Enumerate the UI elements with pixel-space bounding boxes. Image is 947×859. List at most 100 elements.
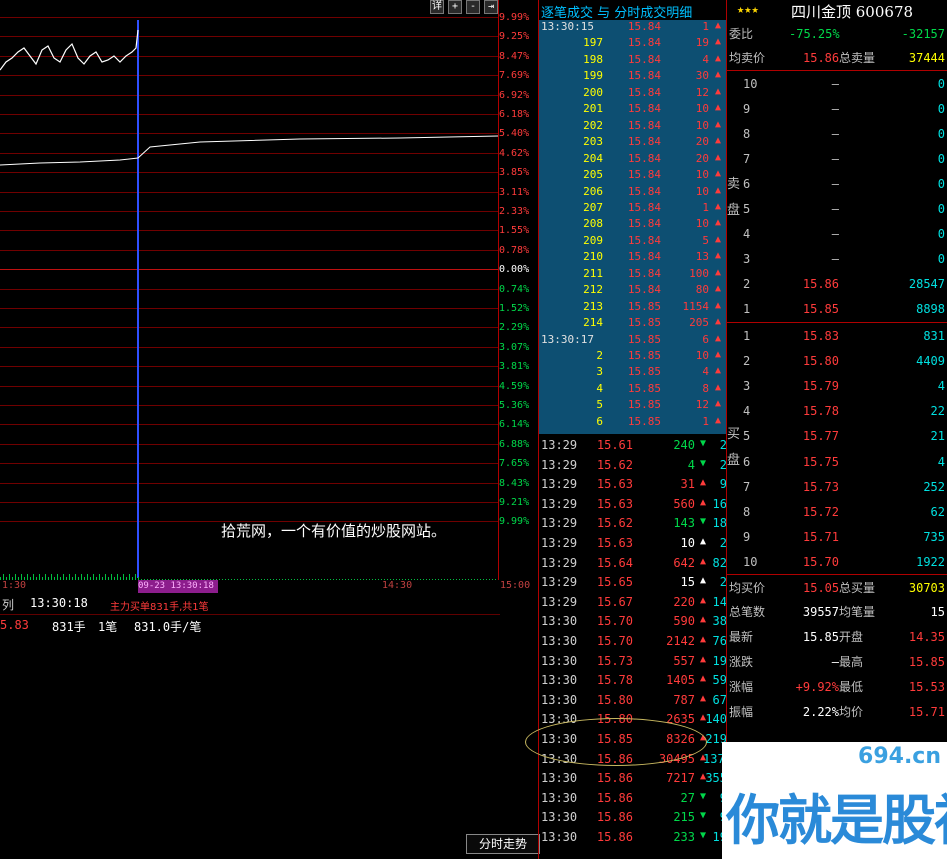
level-number: 3 — [743, 379, 751, 394]
tick-row: 205 15.84 10 ▲ — [539, 168, 727, 184]
minute-row: 13:29 15.65 15 ▲ 2 — [539, 575, 727, 594]
order-level-row: 2 15.80 4409 — [727, 349, 947, 373]
minute-row: 13:30 15.80 787 ▲ 67 — [539, 693, 727, 712]
level-number: 1 — [743, 329, 751, 343]
percent-tick-label: 5.40% — [499, 128, 530, 140]
stat-value: 15.85 — [802, 630, 839, 644]
tick-volume: 80 — [695, 283, 709, 297]
minute-count: 67 — [712, 692, 727, 707]
tick-row: 3 15.85 4 ▲ — [539, 365, 727, 381]
up-arrow-icon: ▲ — [714, 266, 722, 278]
order-level-row: 1 15.83 831 — [727, 324, 947, 348]
tick-volume: 30 — [695, 69, 709, 83]
tick-seq: 212 — [583, 283, 603, 297]
minute-count: 2 — [719, 457, 727, 472]
tick-volume: 10 — [695, 349, 709, 362]
percent-tick-label: 6.92% — [499, 89, 530, 101]
order-level-row: 3 15.79 4 — [727, 374, 947, 398]
tick-volume: 205 — [689, 316, 709, 330]
minute-count: 19 — [712, 653, 727, 668]
tick-row: 213 15.85 1154 ▲ — [539, 300, 727, 316]
percent-tick-label: 9.99% — [499, 12, 530, 23]
minute-volume: 590 — [673, 614, 695, 629]
level-price: 15.80 — [802, 354, 839, 369]
minute-row: 13:29 15.62 4 ▼ 2 — [539, 458, 727, 477]
zoom-in-icon[interactable]: + — [448, 0, 462, 14]
up-arrow-icon: ▲ — [714, 233, 722, 245]
minute-count: 82 — [712, 555, 727, 570]
detail-icon[interactable]: 详 — [430, 0, 444, 14]
minute-count: 59 — [712, 673, 727, 688]
minute-volume: 557 — [673, 653, 695, 668]
tick-volume: 1 — [702, 200, 709, 214]
percent-tick-label: 9.21% — [499, 497, 530, 508]
chart-toolbar: 详 + - ⇥ — [430, 0, 498, 14]
up-arrow-icon: ▲ — [714, 299, 722, 311]
level-price: 15.75 — [802, 454, 839, 469]
up-arrow-icon: ▲ — [714, 20, 722, 31]
tick-price: 15.84 — [627, 168, 661, 182]
tab-intraday[interactable]: 分时走势 — [466, 834, 540, 854]
tick-row: 210 15.84 13 ▲ — [539, 250, 727, 266]
minute-row: 13:30 15.86 233 ▼ 19 — [539, 830, 727, 849]
tick-row: 201 15.84 10 ▲ — [539, 102, 727, 118]
avg-price-line — [0, 135, 498, 166]
tick-seq: 202 — [583, 118, 603, 132]
divider — [0, 614, 500, 615]
total-buy-vol: 30703 — [908, 581, 945, 595]
up-arrow-icon: ▲ — [714, 414, 722, 426]
info-line-2: 5.83 831手 1笔 831.0手/笔 — [0, 618, 500, 634]
tick-price: 15.84 — [627, 85, 661, 99]
level-number: 1 — [743, 302, 751, 316]
sell-side-label: 卖盘 — [727, 177, 741, 218]
percent-tick-label: 9.99% — [499, 516, 530, 528]
brand-watermark: 694.cn 你就是股神 — [722, 742, 947, 859]
tick-volume: 19 — [695, 36, 709, 50]
tick-row: 209 15.84 5 ▲ — [539, 234, 727, 250]
intraday-chart[interactable]: 详 + - ⇥ 拾荒网，一个有价值的炒股网站。 — [0, 0, 499, 580]
tick-row: 203 15.84 20 ▲ — [539, 135, 727, 151]
stat-value: +9.92% — [795, 680, 839, 694]
percent-tick-label: 6.14% — [499, 419, 530, 431]
order-level-row: 5 15.77 21 — [727, 424, 947, 448]
tick-seq: 210 — [583, 250, 603, 264]
up-arrow-icon: ▲ — [714, 250, 722, 262]
expand-icon[interactable]: ⇥ — [484, 0, 498, 14]
avg-buy-label: 均买价 — [729, 581, 766, 595]
quote-panel: ★★★ 四川金顶 600678 委比 -75.25% -32157 均卖价 15… — [726, 0, 947, 859]
tick-row: 212 15.84 80 ▲ — [539, 283, 727, 299]
info-count: 1笔 — [98, 620, 118, 634]
level-price: – — [831, 127, 839, 141]
stat-value-2: 15.85 — [908, 655, 945, 669]
zoom-out-icon[interactable]: - — [466, 0, 480, 14]
tick-row: 197 15.84 19 ▲ — [539, 36, 727, 52]
brand-slogan: 你就是股神 — [726, 789, 947, 852]
minute-time: 13:29 — [541, 575, 578, 590]
level-number: 8 — [743, 127, 751, 141]
percent-tick-label: 7.69% — [499, 70, 530, 82]
minute-price: 15.86 — [596, 790, 633, 805]
stat-row: 振幅 2.22% 均价 15.71 — [727, 700, 947, 724]
stat-row: 涨幅 +9.92% 最低 15.53 — [727, 675, 947, 699]
minute-volume: 240 — [673, 438, 695, 452]
percent-tick-label: 8.47% — [499, 50, 530, 62]
minute-price: 15.64 — [596, 555, 633, 570]
minute-price: 15.65 — [596, 575, 633, 590]
percent-tick-label: 3.11% — [499, 186, 530, 198]
percent-tick-label: 9.25% — [499, 31, 530, 43]
tick-seq: 208 — [583, 217, 603, 231]
minute-time: 13:29 — [541, 438, 578, 452]
tick-row: 204 15.84 20 ▲ — [539, 152, 727, 168]
avg-sell-label: 均卖价 — [729, 51, 766, 65]
up-arrow-icon: ▲ — [714, 349, 722, 360]
minute-volume: 27 — [680, 790, 695, 805]
tick-row: 199 15.84 30 ▲ — [539, 69, 727, 85]
order-level-row: 7 – 0 — [727, 147, 947, 171]
order-level-row: 1 15.85 8898 — [727, 297, 947, 321]
tick-volume: 10 — [695, 217, 709, 231]
minute-row: 13:29 15.61 240 ▼ 2 — [539, 438, 727, 457]
tick-row: 200 15.84 12 ▲ — [539, 86, 727, 102]
info-note: 主力买单831手,共1笔 — [110, 602, 209, 613]
minute-volume: 787 — [673, 692, 695, 707]
level-price: 15.70 — [802, 554, 839, 569]
